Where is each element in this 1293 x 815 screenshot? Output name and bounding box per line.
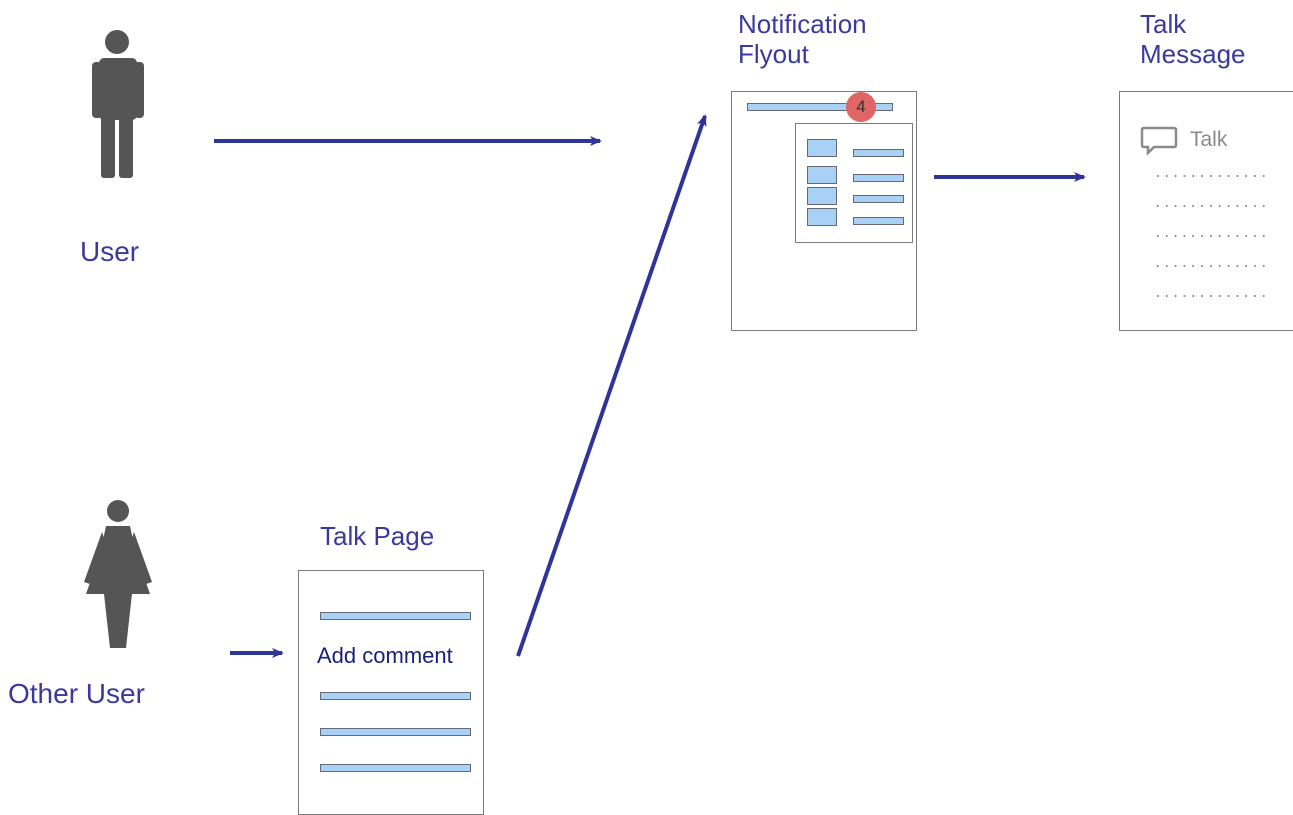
user-label: User (80, 236, 140, 267)
talk-heading: Talk (1190, 128, 1228, 151)
arrow-talkpage-to-flyout (516, 114, 707, 657)
talk-page-line (320, 612, 471, 620)
talk-page-line (320, 764, 471, 772)
message-line: ............. (1154, 256, 1269, 271)
notification-thumb (807, 208, 837, 226)
talk-message-panel: Talk ............. ............. .......… (1119, 91, 1293, 331)
notification-item-line (853, 195, 904, 203)
talk-page-line (320, 692, 471, 700)
talk-message-title-text: Talk Message (1140, 9, 1246, 69)
notification-item-line (853, 174, 904, 182)
notification-thumb (807, 187, 837, 205)
flyout-dropdown (795, 123, 913, 243)
notification-badge[interactable]: 4 (846, 92, 876, 122)
talk-page-line (320, 728, 471, 736)
flow-arrows (214, 114, 1086, 658)
male-user-icon (92, 30, 144, 178)
notification-flyout-panel: 4 (731, 91, 917, 331)
notification-thumb (807, 166, 837, 184)
talk-page-title: Talk Page (320, 521, 435, 551)
notification-item-line (853, 217, 904, 225)
notification-flyout-title-text: Notification Flyout (738, 9, 867, 69)
message-line: ............. (1154, 286, 1269, 301)
message-line: ............. (1154, 226, 1269, 241)
other-user-label: Other User (8, 678, 145, 709)
talk-message-title: Talk Message (1140, 9, 1290, 70)
add-comment-link[interactable]: Add comment (317, 643, 453, 669)
talk-page-panel: Add comment (298, 570, 484, 815)
message-line: ............. (1154, 196, 1269, 211)
notification-item-line (853, 149, 904, 157)
speech-bubble-icon (1140, 126, 1178, 155)
notification-flyout-title: Notification Flyout (738, 9, 918, 70)
notification-thumb (807, 139, 837, 157)
female-user-icon (84, 500, 152, 648)
message-line: ............. (1154, 166, 1269, 181)
